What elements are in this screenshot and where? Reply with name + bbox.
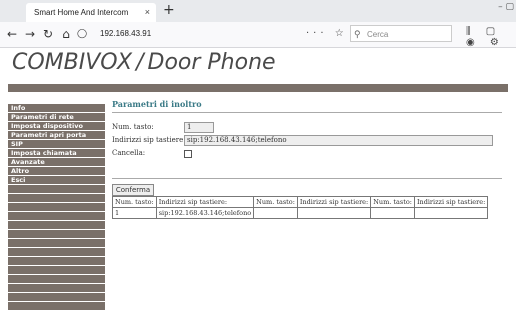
home-icon[interactable]: ⌂: [58, 26, 74, 42]
sidebar-blank: [8, 239, 105, 248]
table-cell: [253, 207, 298, 219]
cancella-checkbox[interactable]: [184, 150, 192, 158]
sidebar-item-altro[interactable]: Altro: [8, 167, 105, 176]
sidebar-menu: Info Parametri di rete Imposta dispositi…: [8, 104, 105, 311]
table-cell: sip:192.168.43.146;telefono: [155, 207, 255, 219]
sidebar-blank: [8, 293, 105, 302]
sidebar-item-sip[interactable]: SIP: [8, 140, 105, 149]
title-divider: [112, 112, 502, 113]
table-header-cell: Indirizzi sip tastiere:: [155, 196, 255, 208]
sidebar-blank: [8, 284, 105, 293]
browser-tab-bar: Smart Home And Intercom System × + – ▢: [0, 0, 516, 36]
company-name: COMBIVOX: [12, 50, 133, 75]
sidebar-item-imposta-chiamata[interactable]: Imposta chiamata: [8, 149, 105, 158]
page-actions-icon[interactable]: ··· ☆: [306, 25, 348, 43]
table-cell: [296, 207, 372, 219]
form-divider: [112, 178, 502, 179]
indirizzi-sip-label: Indirizzi sip tastiere:: [112, 136, 186, 144]
sidebar-blank: [8, 212, 105, 221]
sidebar-item-info[interactable]: Info: [8, 104, 105, 113]
product-name: Door Phone: [147, 50, 276, 75]
search-icon: ⚲: [354, 29, 361, 39]
sidebar-item-esci[interactable]: Esci: [8, 176, 105, 185]
table-header-cell: Num. tasto:: [370, 196, 415, 208]
window-controls[interactable]: – ▢: [498, 2, 514, 12]
sidebar-blank: [8, 302, 105, 311]
table-header-cell: Num. tasto:: [253, 196, 298, 208]
table-row[interactable]: 1 sip:192.168.43.146;telefono: [112, 207, 489, 219]
table-header-row: Num. tasto: Indirizzi sip tastiere: Num.…: [112, 196, 489, 208]
page-title: Parametri di inoltro: [112, 99, 202, 109]
new-tab-button[interactable]: +: [163, 2, 175, 18]
sidebar-blank: [8, 230, 105, 239]
table-header-cell: Indirizzi sip tastiere:: [413, 196, 489, 208]
table-header-cell: Num. tasto:: [112, 196, 157, 208]
table-cell: [370, 207, 415, 219]
url-text: 192.168.43.91: [100, 29, 152, 38]
sidebar-blank: [8, 203, 105, 212]
sidebar-blank: [8, 266, 105, 275]
brand-logo: COMBIVOX / Door Phone: [12, 50, 276, 75]
search-placeholder: Cerca: [367, 30, 389, 39]
reload-icon[interactable]: ↻: [40, 26, 56, 42]
cancella-label: Cancella:: [112, 149, 146, 157]
num-tasto-input[interactable]: 1: [184, 122, 214, 133]
sidebar-blank: [8, 194, 105, 203]
sidebar-item-imposta-dispositivo[interactable]: Imposta dispositivo: [8, 122, 105, 131]
browser-nav-bar: ← → ↻ ⌂ ◯ 192.168.43.91 ··· ☆ ⚲ Cerca ⫼ …: [0, 22, 516, 48]
close-tab-icon[interactable]: ×: [145, 3, 150, 22]
search-field[interactable]: ⚲ Cerca: [350, 25, 452, 42]
toolbar-icons[interactable]: ⫼ ▢ ◉ ⚙: [466, 26, 516, 48]
table-cell: [413, 207, 489, 219]
header-divider-bar: [8, 84, 508, 92]
sidebar-item-parametri-apri-porta[interactable]: Parametri apri porta: [8, 131, 105, 140]
sidebar-blank: [8, 257, 105, 266]
indirizzi-sip-input[interactable]: sip:192.168.43.146;telefono: [184, 135, 493, 146]
num-tasto-label: Num. tasto:: [112, 123, 154, 131]
table-cell: 1: [112, 207, 157, 219]
forwarding-table: Num. tasto: Indirizzi sip tastiere: Num.…: [112, 196, 489, 219]
brand-separator: /: [136, 50, 144, 75]
table-header-cell: Indirizzi sip tastiere:: [296, 196, 372, 208]
sidebar-blank: [8, 248, 105, 257]
back-arrow-icon[interactable]: ←: [4, 26, 20, 42]
sidebar-blank: [8, 221, 105, 230]
sidebar-item-parametri-rete[interactable]: Parametri di rete: [8, 113, 105, 122]
browser-tab[interactable]: Smart Home And Intercom System ×: [26, 3, 156, 36]
sidebar-blank: [8, 275, 105, 284]
sidebar-blank: [8, 185, 105, 194]
sidebar-item-avanzate[interactable]: Avanzate: [8, 158, 105, 167]
shield-icon[interactable]: ◯: [74, 26, 90, 42]
conferma-button[interactable]: Conferma: [112, 184, 154, 196]
forward-arrow-icon[interactable]: →: [22, 26, 38, 42]
